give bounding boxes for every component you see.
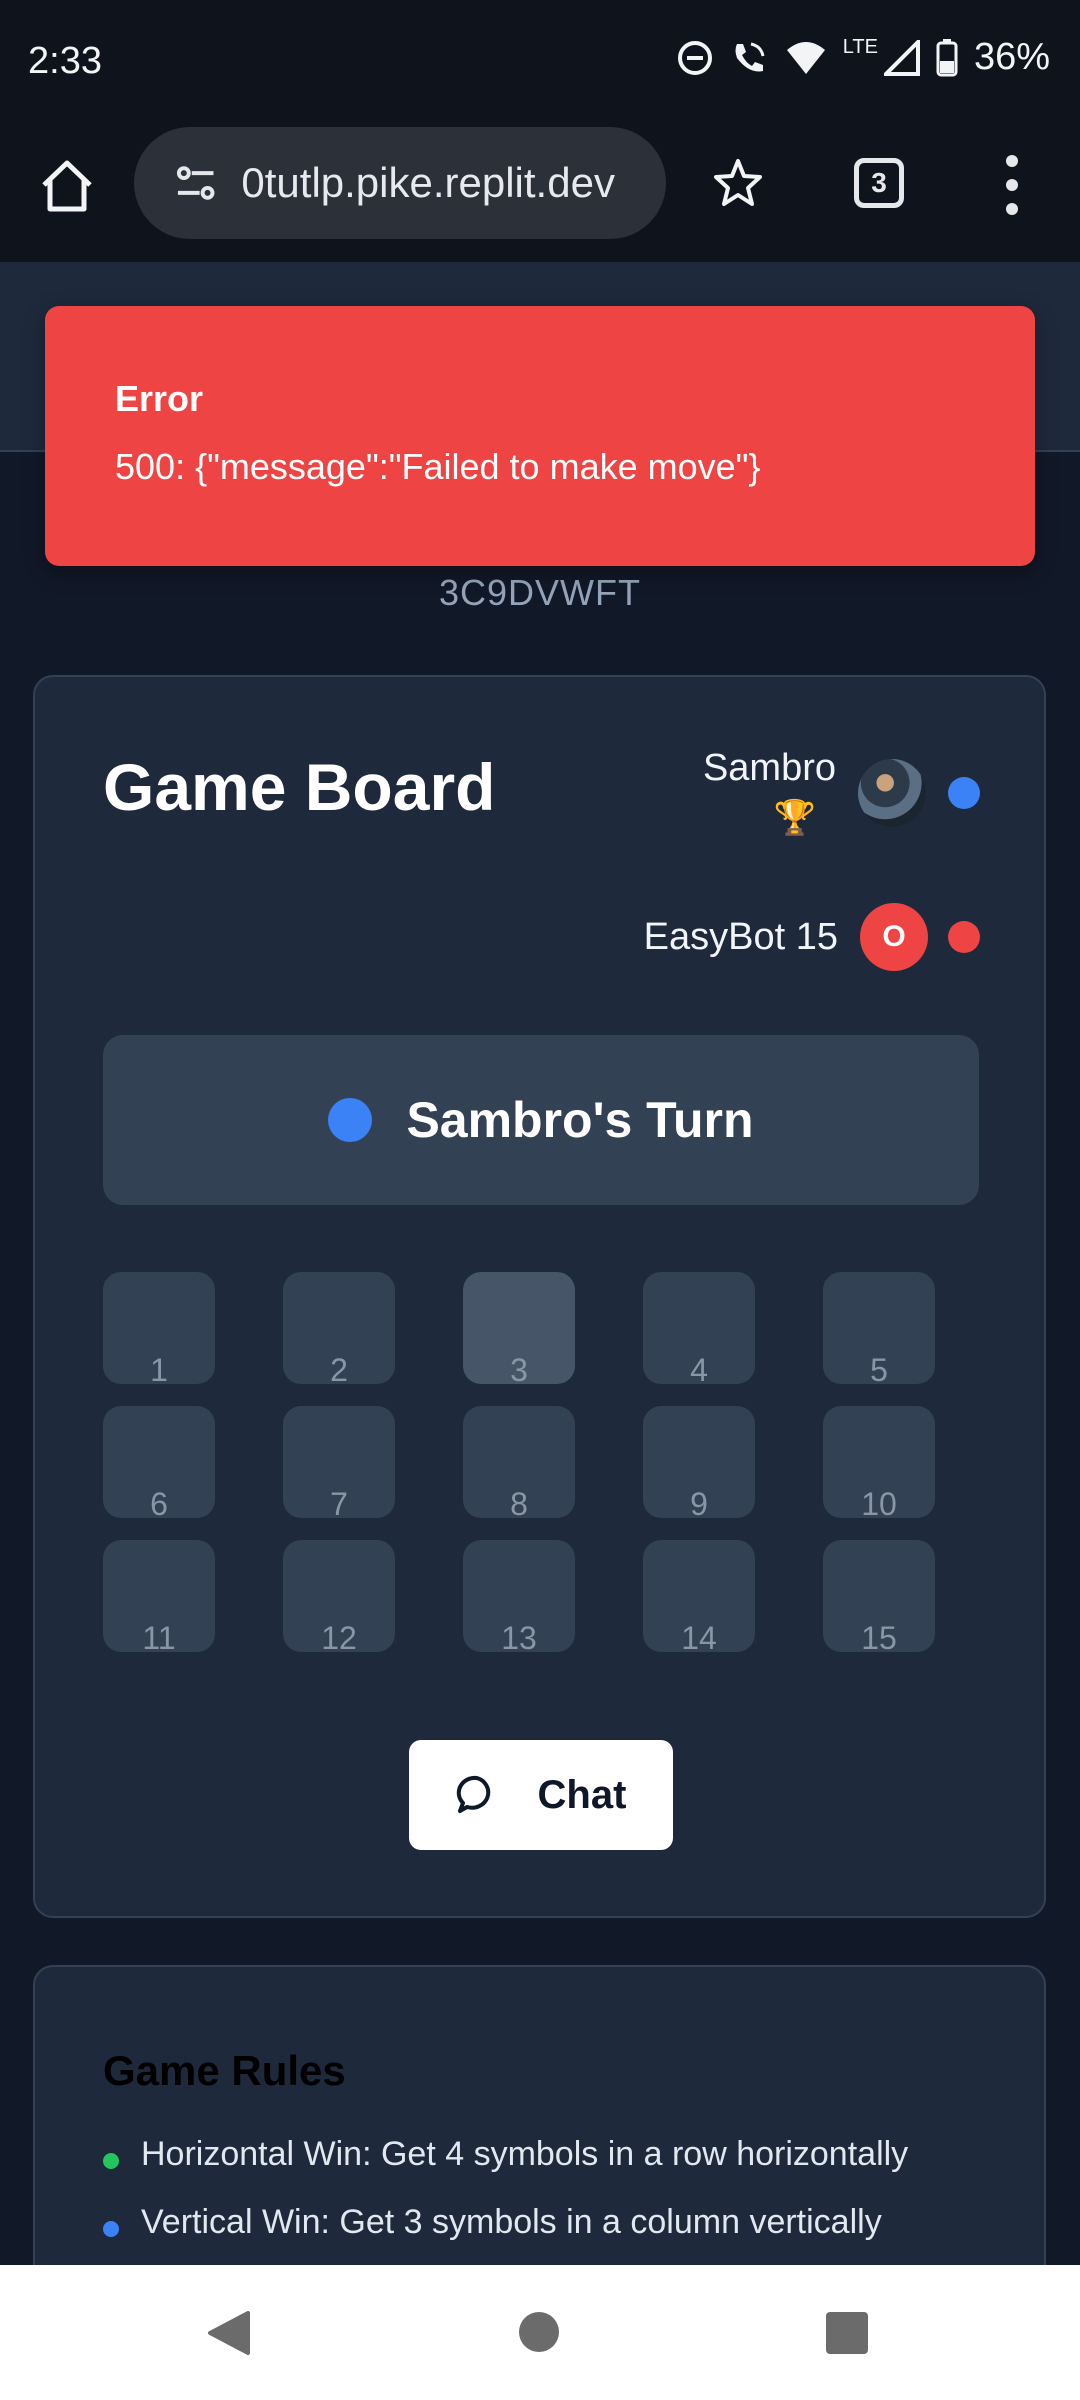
toast-message: 500: {"message":"Failed to make move"} bbox=[115, 446, 761, 487]
home-nav-icon[interactable] bbox=[519, 2312, 559, 2352]
board-cell[interactable]: 13 bbox=[463, 1540, 575, 1654]
player1-avatar bbox=[858, 758, 926, 827]
rule-bullet bbox=[103, 2220, 119, 2237]
network-type: LTE bbox=[842, 36, 878, 58]
chat-button[interactable]: Chat bbox=[409, 1740, 673, 1850]
rule-item: Horizontal Win: Get 4 symbols in a row h… bbox=[103, 2135, 908, 2174]
rule-item: Vertical Win: Get 3 symbols in a column … bbox=[103, 2203, 882, 2242]
tab-switcher-button[interactable]: 3 bbox=[854, 158, 904, 208]
board-cell[interactable]: 5 bbox=[823, 1272, 935, 1386]
turn-indicator: Sambro's Turn bbox=[103, 1035, 979, 1205]
home-icon[interactable] bbox=[38, 157, 96, 215]
board-cell[interactable]: 6 bbox=[103, 1406, 215, 1520]
rule-text: Horizontal Win: Get 4 symbols in a row h… bbox=[141, 2135, 909, 2173]
board-cell[interactable]: 2 bbox=[283, 1272, 395, 1386]
browser-toolbar: 0tutlp.pike.replit.dev 3 bbox=[0, 125, 1080, 262]
system-nav-bar bbox=[0, 2265, 1080, 2400]
board-cell[interactable]: 4 bbox=[643, 1272, 755, 1386]
address-bar[interactable]: 0tutlp.pike.replit.dev bbox=[134, 127, 666, 239]
player2-symbol-badge: O bbox=[860, 903, 928, 971]
board-cell[interactable]: 1 bbox=[103, 1272, 215, 1386]
board-cell[interactable]: 11 bbox=[103, 1540, 215, 1654]
game-board-card: Game Board Sambro 🏆 EasyBot 15 O Sambro'… bbox=[33, 675, 1046, 1918]
player2-row: EasyBot 15 O bbox=[644, 903, 980, 971]
player1-row: Sambro 🏆 bbox=[703, 747, 980, 838]
board-cell[interactable]: 3 bbox=[463, 1272, 575, 1386]
rule-text: Vertical Win: Get 3 symbols in a column … bbox=[141, 2203, 882, 2241]
board-cell[interactable]: 15 bbox=[823, 1540, 935, 1654]
board-title: Game Board bbox=[103, 750, 496, 824]
board-cell[interactable]: 12 bbox=[283, 1540, 395, 1654]
player2-name: EasyBot 15 bbox=[643, 915, 838, 958]
bookmark-star-icon[interactable] bbox=[712, 157, 764, 209]
error-toast[interactable]: Error 500: {"message":"Failed to make mo… bbox=[45, 306, 1035, 566]
site-settings-icon[interactable] bbox=[172, 159, 219, 207]
game-rules-card: Game Rules Horizontal Win: Get 4 symbols… bbox=[33, 1965, 1046, 2295]
toast-title: Error bbox=[115, 378, 204, 419]
do-not-disturb-icon bbox=[677, 40, 712, 75]
player2-color-dot bbox=[948, 921, 980, 953]
chat-bubble-icon bbox=[456, 1775, 490, 1813]
chat-label: Chat bbox=[537, 1772, 627, 1817]
status-bar: 2:33 LTE 36% bbox=[0, 0, 1080, 125]
battery-icon bbox=[936, 38, 958, 76]
game-code: 3C9DVWFT bbox=[438, 572, 641, 613]
wifi-icon bbox=[786, 41, 825, 74]
status-icons: LTE 36% bbox=[677, 36, 1050, 79]
overflow-menu-icon[interactable] bbox=[1000, 155, 1024, 215]
back-icon[interactable] bbox=[206, 2309, 250, 2357]
board-cell[interactable]: 14 bbox=[643, 1540, 755, 1654]
turn-text: Sambro's Turn bbox=[406, 1092, 754, 1148]
turn-color-dot bbox=[328, 1098, 373, 1142]
rule-bullet bbox=[103, 2152, 119, 2169]
signal-icon bbox=[883, 39, 920, 76]
url-text: 0tutlp.pike.replit.dev bbox=[241, 159, 615, 206]
battery-level: 36% bbox=[973, 36, 1050, 78]
board-cell[interactable]: 8 bbox=[463, 1406, 575, 1520]
board-cell[interactable]: 7 bbox=[283, 1406, 395, 1520]
player1-color-dot bbox=[948, 776, 980, 809]
board-cell[interactable]: 10 bbox=[823, 1406, 935, 1520]
recent-apps-icon[interactable] bbox=[826, 2312, 868, 2354]
status-time: 2:33 bbox=[28, 40, 102, 82]
player1-name: Sambro bbox=[702, 747, 836, 789]
board-cell[interactable]: 9 bbox=[643, 1406, 755, 1520]
wifi-call-icon bbox=[735, 42, 765, 71]
rules-title: Game Rules bbox=[103, 2047, 346, 2094]
trophy-icon: 🏆 bbox=[773, 799, 816, 837]
